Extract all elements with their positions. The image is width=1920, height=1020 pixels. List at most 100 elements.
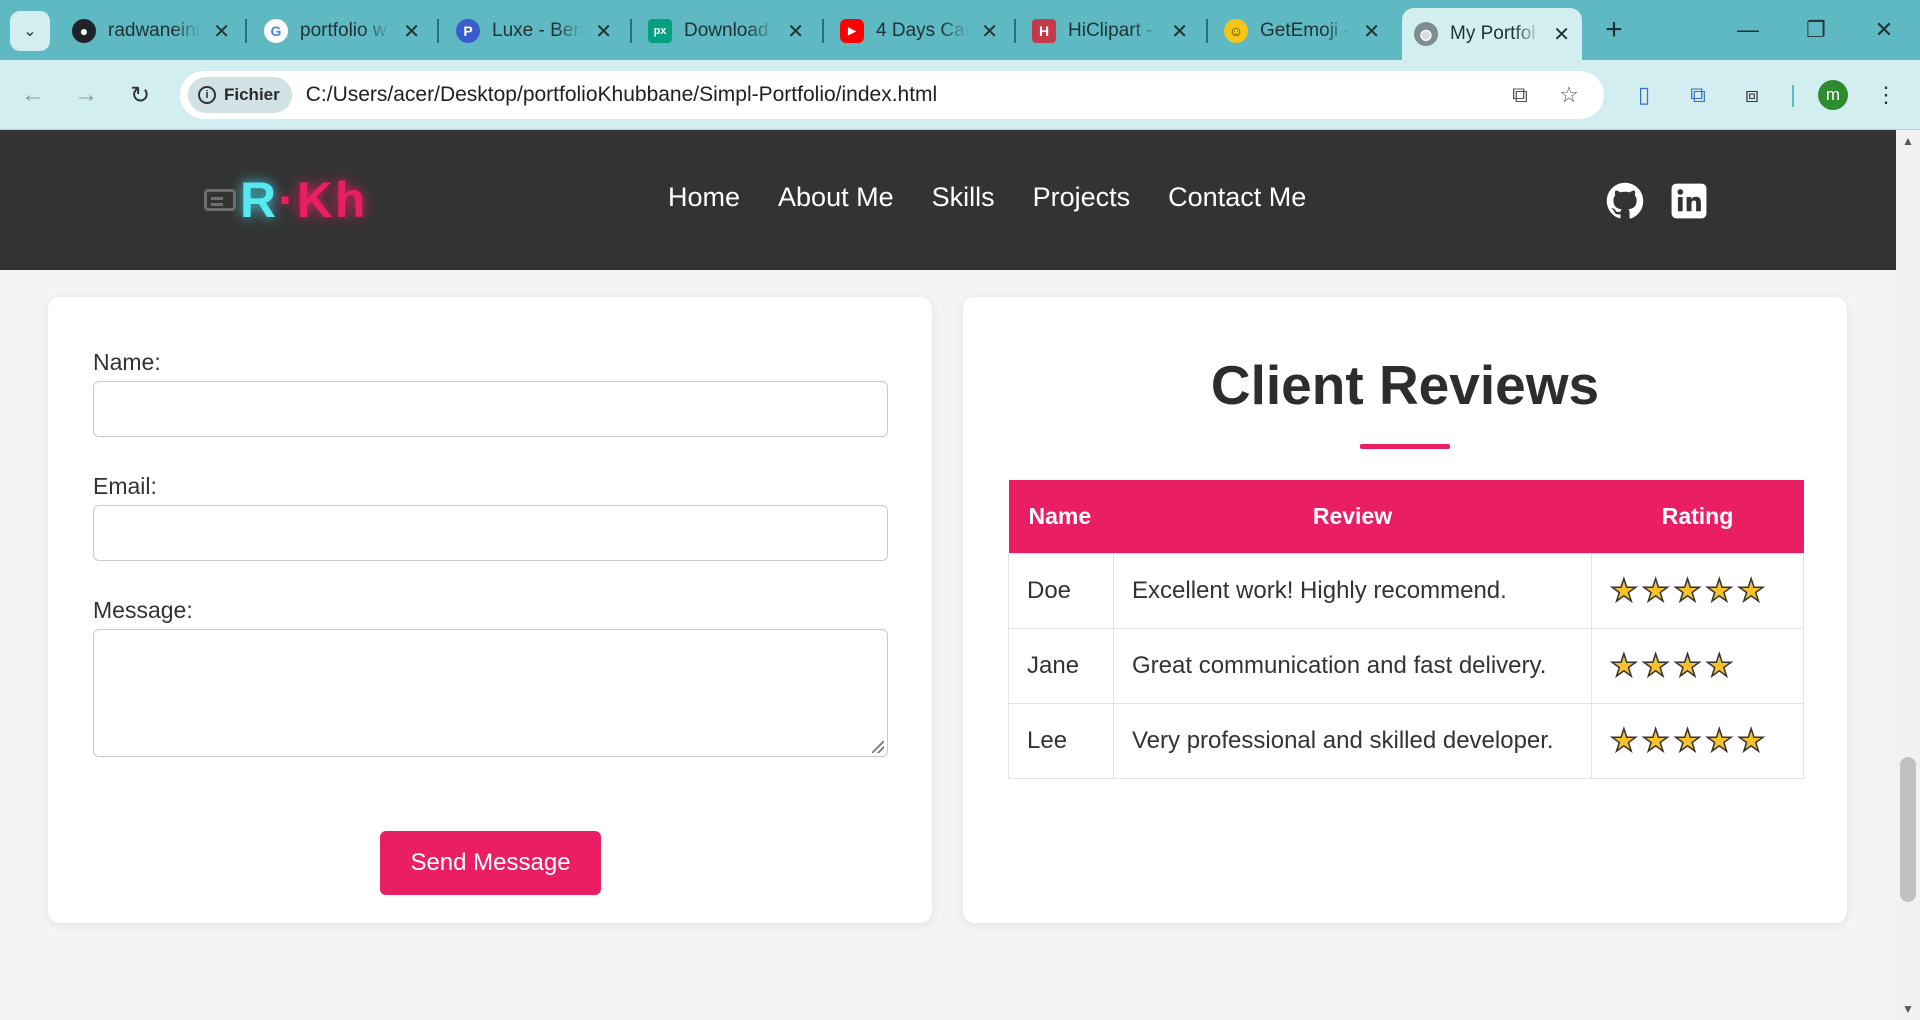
rating-cell: ★ ★ ★ ★ ★ bbox=[1591, 552, 1804, 629]
browser-tab-7[interactable]: ☺ GetEmoji - ✕ bbox=[1212, 10, 1392, 52]
scroll-down-arrow-icon[interactable]: ▼ bbox=[1902, 1002, 1914, 1016]
star-icon: ★ bbox=[1609, 573, 1638, 608]
github-icon[interactable] bbox=[1606, 182, 1644, 220]
reviews-table: Name Review Rating Doe Excellent work! H… bbox=[1008, 480, 1804, 779]
browser-tab-active[interactable]: ◍ My Portfol ✕ bbox=[1402, 8, 1582, 60]
google-translate-icon[interactable]: ⧉ bbox=[1680, 77, 1716, 113]
site-logo[interactable]: R·Kh bbox=[204, 168, 367, 232]
main-nav: Home About Me Skills Projects Contact Me bbox=[668, 182, 1306, 213]
contact-form-card: Name: Email: Message: Send Message bbox=[48, 297, 932, 923]
reviewer-name: Jane bbox=[1008, 627, 1114, 704]
header-name: Name bbox=[1008, 480, 1114, 553]
tab-separator bbox=[1014, 19, 1016, 43]
browser-tab-2[interactable]: G portfolio w ✕ bbox=[252, 10, 432, 52]
nav-home[interactable]: Home bbox=[668, 182, 740, 213]
review-text: Great communication and fast delivery. bbox=[1113, 627, 1592, 704]
client-reviews-card: Client Reviews Name Review Rating Doe Ex… bbox=[963, 297, 1847, 923]
close-tab-icon[interactable]: ✕ bbox=[1171, 19, 1188, 44]
tab-separator bbox=[245, 19, 247, 43]
resize-handle-icon[interactable] bbox=[872, 741, 884, 753]
star-icon: ★ bbox=[1705, 723, 1734, 758]
email-field[interactable] bbox=[93, 505, 888, 561]
tab-separator bbox=[822, 19, 824, 43]
star-icon: ★ bbox=[1705, 648, 1734, 683]
p-logo-icon: P bbox=[456, 19, 480, 43]
nav-about-me[interactable]: About Me bbox=[778, 182, 894, 213]
star-icon: ★ bbox=[1736, 573, 1765, 608]
star-rating: ★ ★ ★ ★ bbox=[1609, 648, 1785, 683]
tab-search-button[interactable]: ⌄ bbox=[10, 11, 50, 51]
close-tab-icon[interactable]: ✕ bbox=[403, 19, 420, 44]
reload-icon[interactable]: ↻ bbox=[122, 77, 158, 113]
title-underline bbox=[1360, 444, 1450, 449]
star-icon: ★ bbox=[1641, 723, 1670, 758]
review-text: Excellent work! Highly recommend. bbox=[1113, 552, 1592, 629]
chevron-down-icon: ⌄ bbox=[23, 23, 37, 40]
forward-arrow-icon[interactable]: → bbox=[68, 77, 104, 113]
browser-tab-6[interactable]: H HiClipart - ✕ bbox=[1020, 10, 1200, 52]
logo-mark-icon bbox=[204, 189, 236, 211]
review-text: Very professional and skilled developer. bbox=[1113, 702, 1592, 779]
globe-icon: ◍ bbox=[1414, 22, 1438, 46]
star-icon: ★ bbox=[1609, 723, 1638, 758]
close-tab-icon[interactable]: ✕ bbox=[213, 19, 230, 44]
browser-toolbar: ← → ↻ i Fichier C:/Users/acer/Desktop/po… bbox=[0, 60, 1920, 130]
star-icon: ★ bbox=[1641, 573, 1670, 608]
minimize-icon[interactable]: — bbox=[1728, 12, 1768, 48]
security-chip-label: Fichier bbox=[224, 85, 280, 104]
nav-projects[interactable]: Projects bbox=[1033, 182, 1131, 213]
px-icon: px bbox=[648, 19, 672, 43]
browser-tab-bar: ⌄ ● radwaneinl ✕ G portfolio w ✕ P Luxe … bbox=[0, 0, 1920, 60]
bookmark-star-icon[interactable]: ☆ bbox=[1553, 79, 1585, 111]
star-icon: ★ bbox=[1673, 573, 1702, 608]
close-tab-icon[interactable]: ✕ bbox=[595, 19, 612, 44]
header-review: Review bbox=[1113, 480, 1592, 553]
reviewer-name: Doe bbox=[1008, 552, 1114, 629]
page-scrollbar[interactable]: ▲ ▼ bbox=[1896, 130, 1920, 1020]
browser-tab-1[interactable]: ● radwaneinl ✕ bbox=[60, 10, 242, 52]
back-arrow-icon[interactable]: ← bbox=[15, 77, 51, 113]
star-rating: ★ ★ ★ ★ ★ bbox=[1609, 573, 1785, 608]
extensions-icon[interactable]: ⧈ bbox=[1734, 77, 1770, 113]
rating-cell: ★ ★ ★ ★ ★ bbox=[1591, 702, 1804, 779]
rating-cell: ★ ★ ★ ★ bbox=[1591, 627, 1804, 704]
reviewer-name: Lee bbox=[1008, 702, 1114, 779]
menu-kebab-icon[interactable]: ⋮ bbox=[1868, 77, 1904, 113]
message-field[interactable] bbox=[93, 629, 888, 757]
url-text[interactable]: C:/Users/acer/Desktop/portfolioKhubbane/… bbox=[306, 83, 937, 107]
name-field[interactable] bbox=[93, 381, 888, 437]
reviews-title: Client Reviews bbox=[1210, 354, 1600, 416]
close-tab-icon[interactable]: ✕ bbox=[787, 19, 804, 44]
close-tab-icon[interactable]: ✕ bbox=[981, 19, 998, 44]
browser-tab-3[interactable]: P Luxe - Berr ✕ bbox=[444, 10, 624, 52]
page-viewport: R·Kh Home About Me Skills Projects Conta… bbox=[0, 130, 1896, 1020]
address-bar[interactable]: i Fichier C:/Users/acer/Desktop/portfoli… bbox=[180, 71, 1604, 119]
close-window-icon[interactable]: ✕ bbox=[1864, 12, 1904, 48]
toolbar-divider bbox=[1792, 85, 1794, 107]
scroll-up-arrow-icon[interactable]: ▲ bbox=[1902, 134, 1914, 148]
site-info-chip[interactable]: i Fichier bbox=[188, 77, 292, 113]
send-message-button[interactable]: Send Message bbox=[380, 831, 601, 895]
youtube-icon: ▶ bbox=[840, 19, 864, 43]
scrollbar-thumb[interactable] bbox=[1900, 757, 1916, 902]
table-header-row: Name Review Rating bbox=[1008, 480, 1804, 553]
star-icon: ★ bbox=[1736, 723, 1765, 758]
translate-icon[interactable]: ⧉ bbox=[1504, 79, 1536, 111]
table-row: Jane Great communication and fast delive… bbox=[1008, 627, 1804, 704]
site-header: R·Kh Home About Me Skills Projects Conta… bbox=[0, 130, 1896, 270]
reading-mode-icon[interactable]: ▯ bbox=[1626, 77, 1662, 113]
hiclipart-icon: H bbox=[1032, 19, 1056, 43]
close-tab-icon[interactable]: ✕ bbox=[1363, 19, 1380, 44]
nav-skills[interactable]: Skills bbox=[932, 182, 995, 213]
restore-window-icon[interactable]: ❐ bbox=[1796, 12, 1836, 48]
browser-tab-4[interactable]: px Download ✕ bbox=[636, 10, 816, 52]
linkedin-icon[interactable] bbox=[1670, 182, 1708, 220]
google-icon: G bbox=[264, 19, 288, 43]
profile-avatar[interactable]: m bbox=[1818, 80, 1848, 110]
new-tab-button[interactable]: + bbox=[1596, 12, 1632, 48]
browser-tab-5[interactable]: ▶ 4 Days Car ✕ bbox=[828, 10, 1010, 52]
close-tab-icon[interactable]: ✕ bbox=[1553, 22, 1570, 47]
emoji-icon: ☺ bbox=[1224, 19, 1248, 43]
message-label: Message: bbox=[93, 597, 193, 623]
nav-contact-me[interactable]: Contact Me bbox=[1168, 182, 1306, 213]
